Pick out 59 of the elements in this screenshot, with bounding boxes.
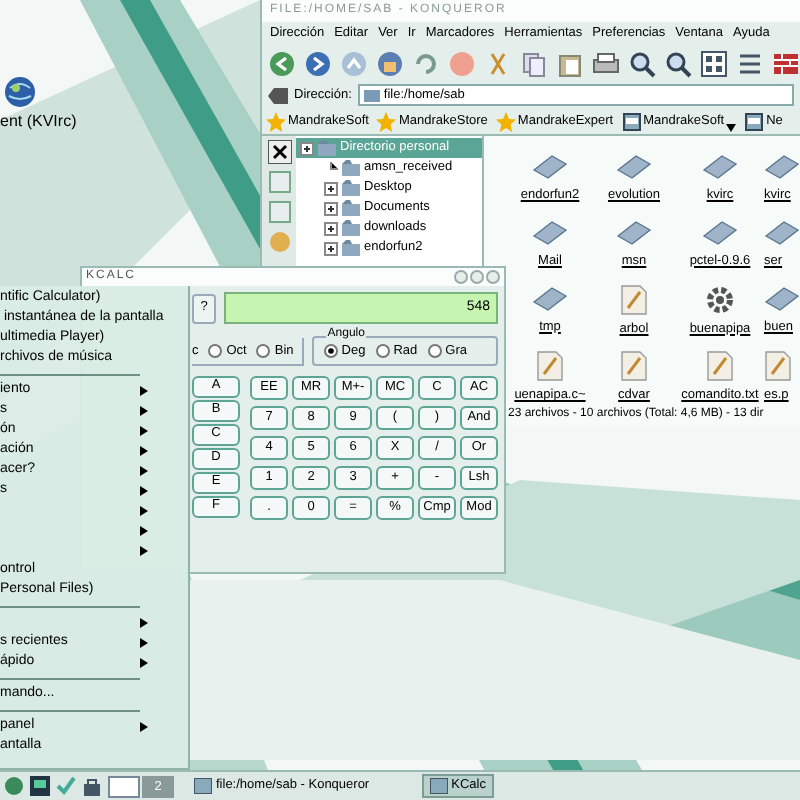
check-icon[interactable] [56, 776, 76, 796]
folder-icon [702, 152, 738, 182]
zoom-out-icon[interactable] [664, 50, 692, 78]
document-icon [620, 350, 648, 383]
minimize-icon[interactable] [454, 270, 468, 284]
list-view-icon[interactable] [736, 50, 764, 78]
folder-icon [616, 152, 652, 182]
home-icon[interactable] [376, 50, 404, 78]
document-icon [706, 350, 734, 383]
maximize-icon[interactable] [470, 270, 484, 284]
star-icon [495, 111, 516, 131]
eraser-icon[interactable] [268, 87, 288, 103]
firewall-icon[interactable] [772, 50, 800, 78]
lock-icon[interactable] [82, 776, 102, 796]
desktop-icon-label[interactable]: ent (KVIrc) [0, 110, 77, 134]
expand-icon[interactable] [324, 181, 338, 195]
folder-icon [532, 283, 568, 313]
expand-icon[interactable] [324, 201, 338, 215]
folder-icon [702, 217, 738, 248]
globe-icon[interactable] [4, 76, 36, 108]
paste-icon[interactable] [556, 50, 584, 78]
folder-icon [342, 240, 360, 256]
star-icon [376, 111, 397, 131]
folder-icon [532, 152, 568, 182]
expand-icon[interactable] [324, 221, 338, 235]
folder-icon [318, 140, 336, 156]
folder-icon [532, 217, 568, 248]
folder-icon [764, 152, 800, 182]
gear-icon [704, 283, 736, 315]
zoom-in-icon[interactable] [628, 50, 656, 78]
folder-icon [764, 283, 800, 313]
star-icon [266, 111, 286, 131]
folder-icon [342, 200, 360, 216]
folder-icon [764, 217, 800, 248]
back-icon[interactable] [268, 50, 296, 78]
folder-icon [363, 88, 380, 102]
copy-icon[interactable] [520, 50, 548, 78]
forward-icon[interactable] [304, 50, 332, 78]
expand-icon[interactable] [300, 141, 314, 155]
folder-icon [342, 160, 360, 176]
expand-icon[interactable] [324, 241, 338, 255]
document-icon [620, 283, 648, 315]
document-icon [764, 350, 792, 383]
page-icon [744, 111, 765, 131]
window-icon [429, 778, 448, 794]
reload-icon[interactable] [412, 50, 440, 78]
document-icon [536, 350, 564, 383]
terminal-icon[interactable] [30, 776, 50, 796]
folder-icon [342, 220, 360, 236]
page-icon [621, 111, 642, 131]
folder-icon [342, 180, 360, 196]
window-icon [194, 778, 212, 794]
desktop-pager[interactable] [108, 775, 140, 797]
folder-icon [616, 217, 652, 248]
globe-icon[interactable] [4, 776, 24, 796]
close-icon[interactable] [267, 140, 291, 164]
grid-view-icon[interactable] [700, 50, 728, 78]
printer-icon[interactable] [592, 50, 620, 78]
page-icon[interactable] [267, 200, 291, 224]
